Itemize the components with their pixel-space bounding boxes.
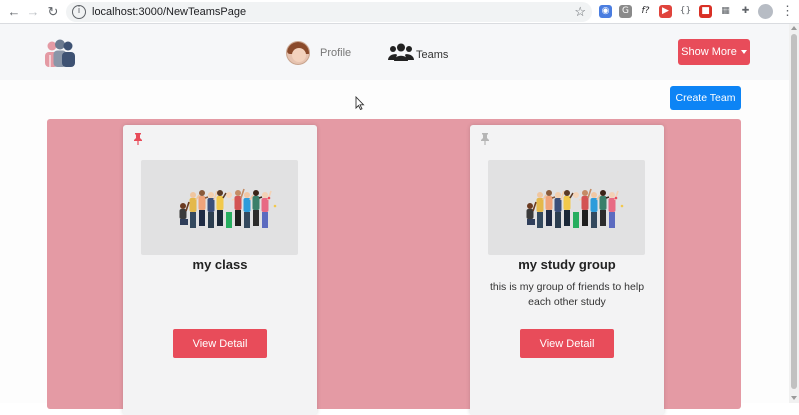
person-figure [189,192,200,228]
person-figure [216,190,227,226]
nav-teams-link[interactable]: Teams [388,39,448,65]
code-extension-icon[interactable]: {} [679,5,692,18]
nav-profile-label: Profile [320,47,352,59]
address-bar[interactable]: i localhost:3000/NewTeamsPage ☆ [66,2,592,22]
person-figure [526,201,537,225]
person-figure [536,192,547,228]
red-extension-icon[interactable]: ■ [699,5,712,18]
person-figure [599,190,610,226]
person-figure [252,190,263,226]
teams-panel: my class View Detail my study group this… [47,119,741,415]
video-extension-icon[interactable]: ▶ [659,5,672,18]
app-navbar: Profile Teams Show More [0,24,789,80]
create-team-button[interactable]: Create Team [670,86,741,110]
mouse-cursor-icon [355,96,365,110]
profile-avatar [286,41,310,65]
sparkle-icon [273,204,277,208]
scroll-down-arrow-icon[interactable] [791,396,797,400]
team-image [141,160,298,255]
team-title: my study group [518,257,616,272]
person-figure [225,192,236,228]
person-figure [608,190,619,228]
person-figure [179,201,190,225]
sparkle-icon [620,204,624,208]
team-card: my study group this is my group of frien… [470,125,664,415]
person-figure [243,192,254,228]
sparkle-icon [267,196,271,200]
person-figure [563,190,574,226]
team-card: my class View Detail [123,125,317,415]
show-more-label: Show More [681,46,737,58]
sparkle-icon [614,196,618,200]
grid-extension-icon[interactable]: ▦ [719,5,732,18]
browser-menu-icon[interactable]: ⋮ [781,3,794,19]
scroll-up-arrow-icon[interactable] [791,26,797,30]
teams-page: Create Team my class View Detail my stud… [0,80,789,415]
bookmark-star-icon[interactable]: ☆ [574,4,586,20]
address-url[interactable]: localhost:3000/NewTeamsPage [92,5,246,19]
person-figure [581,188,592,226]
nav-teams-label: Teams [416,48,449,61]
team-description: this is my group of friends to help each… [489,281,645,308]
person-figure [198,190,209,226]
puzzle-extension-icon[interactable]: ✚ [739,5,752,18]
translate-extension-icon[interactable]: G [619,5,632,18]
view-detail-button[interactable]: View Detail [520,329,614,358]
person-figure [545,190,556,226]
back-arrow-icon[interactable]: ← [6,4,22,20]
page-scrollbar[interactable] [789,24,799,403]
formula-extension-icon[interactable]: f? [639,5,652,18]
person-figure [207,190,218,228]
person-figure [261,190,272,228]
caret-down-icon [740,50,747,54]
person-figure [554,190,565,228]
people-group-icon [388,43,414,61]
pin-icon[interactable] [133,133,143,145]
team-title: my class [192,257,248,272]
person-figure [590,192,601,228]
person-figure [234,188,245,226]
forward-arrow-icon[interactable]: → [25,4,41,20]
teams-logo-icon[interactable] [44,39,76,67]
view-detail-button[interactable]: View Detail [173,329,267,358]
group-illustration [526,188,624,228]
group-illustration [179,188,277,228]
scroll-thumb[interactable] [791,34,797,389]
browser-profile-avatar[interactable] [758,4,773,19]
person-figure [572,192,583,228]
reload-icon[interactable]: ↻ [45,4,61,20]
browser-toolbar: ← → ↻ i localhost:3000/NewTeamsPage ☆ ◉ G… [0,0,799,24]
camera-extension-icon[interactable]: ◉ [599,5,612,18]
team-image [488,160,645,255]
show-more-dropdown-button[interactable]: Show More [678,39,750,65]
site-info-icon[interactable]: i [72,5,86,19]
nav-profile-link[interactable]: Profile [286,40,351,66]
pin-icon[interactable] [480,133,490,145]
